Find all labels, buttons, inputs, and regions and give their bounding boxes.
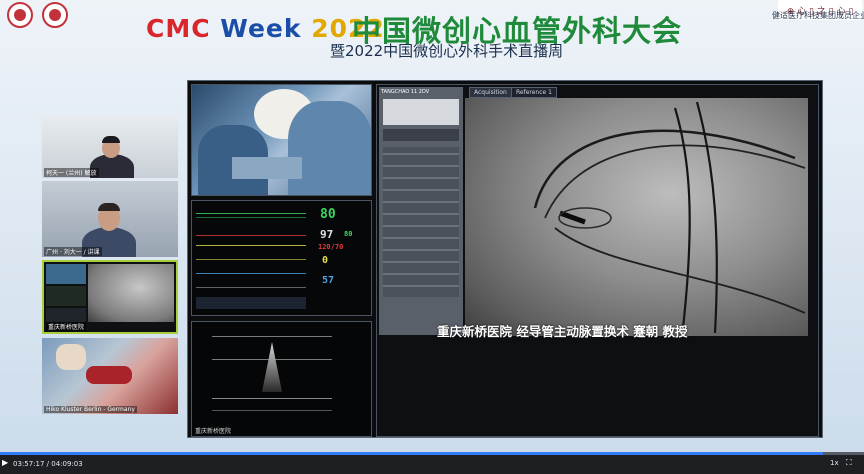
spo2-value: 97 (320, 228, 334, 241)
echo-label: 重庆新桥医院 (195, 428, 232, 435)
participant-name: 重庆新桥医院 (46, 322, 87, 331)
participant-name: 广州 · 刘大一 / 讲课 (44, 247, 102, 256)
catheter-wires (533, 101, 806, 334)
aux-value: 80 (344, 230, 353, 238)
progress-fill[interactable] (0, 452, 823, 455)
respiration-value: 57 (322, 275, 335, 286)
time-display: 03:57:17 / 04:09:03 (13, 460, 83, 468)
patient-monitor: 80 97 80 120/70 0 57 (191, 200, 372, 316)
participant-name: Hiko Kluster Berlin - Germany (44, 406, 137, 413)
surgery-camera-view[interactable] (191, 84, 372, 196)
participant-tile-3-active[interactable]: 重庆新桥医院 (42, 260, 178, 334)
fluoroscopy-image (465, 98, 808, 336)
video-caption: 重庆新桥医院 经导管主动脉置换术 蹇朝 教授 (437, 324, 688, 339)
participant-tile-4[interactable]: Hiko Kluster Berlin - Germany (42, 338, 178, 414)
playback-speed[interactable]: 1x (830, 459, 839, 467)
echo-ultrasound-view: 重庆新桥医院 (191, 321, 372, 437)
participant-name: 柯天一 (兰州) 解放 (44, 168, 99, 177)
sponsor-text: 健适医疗科技集团成员企业 (772, 11, 864, 20)
tab-acquisition[interactable]: Acquisition (469, 87, 512, 98)
participant-tile-1[interactable]: 柯天一 (兰州) 解放 (42, 116, 178, 178)
subtitle: 暨2022中国微创心外科手术直播周 (330, 42, 564, 60)
cmc-logo (7, 2, 33, 28)
participant-tile-2[interactable]: 广州 · 刘大一 / 讲课 (42, 181, 178, 257)
tab-reference[interactable]: Reference 1 (511, 87, 557, 98)
title-en: CMC Week 2022 (146, 14, 385, 43)
pressure-value: 0 (322, 255, 329, 266)
fluoroscopy-view[interactable]: Acquisition Reference 1 TANGCHAO 11 2DV … (376, 84, 819, 437)
heart-rate: 80 (320, 207, 336, 222)
blood-pressure: 120/70 (318, 243, 344, 251)
society-logo (42, 2, 68, 28)
main-stage: 80 97 80 120/70 0 57 重庆新桥医院 Acquisition … (187, 80, 823, 438)
play-icon[interactable]: ▶ (2, 458, 8, 467)
control-panel: TANGCHAO 11 2DV (379, 87, 463, 335)
fullscreen-icon[interactable]: ⛶ (846, 458, 852, 468)
video-player-bar: ▶ 03:57:17 / 04:09:03 1x ⛶ (0, 452, 864, 474)
